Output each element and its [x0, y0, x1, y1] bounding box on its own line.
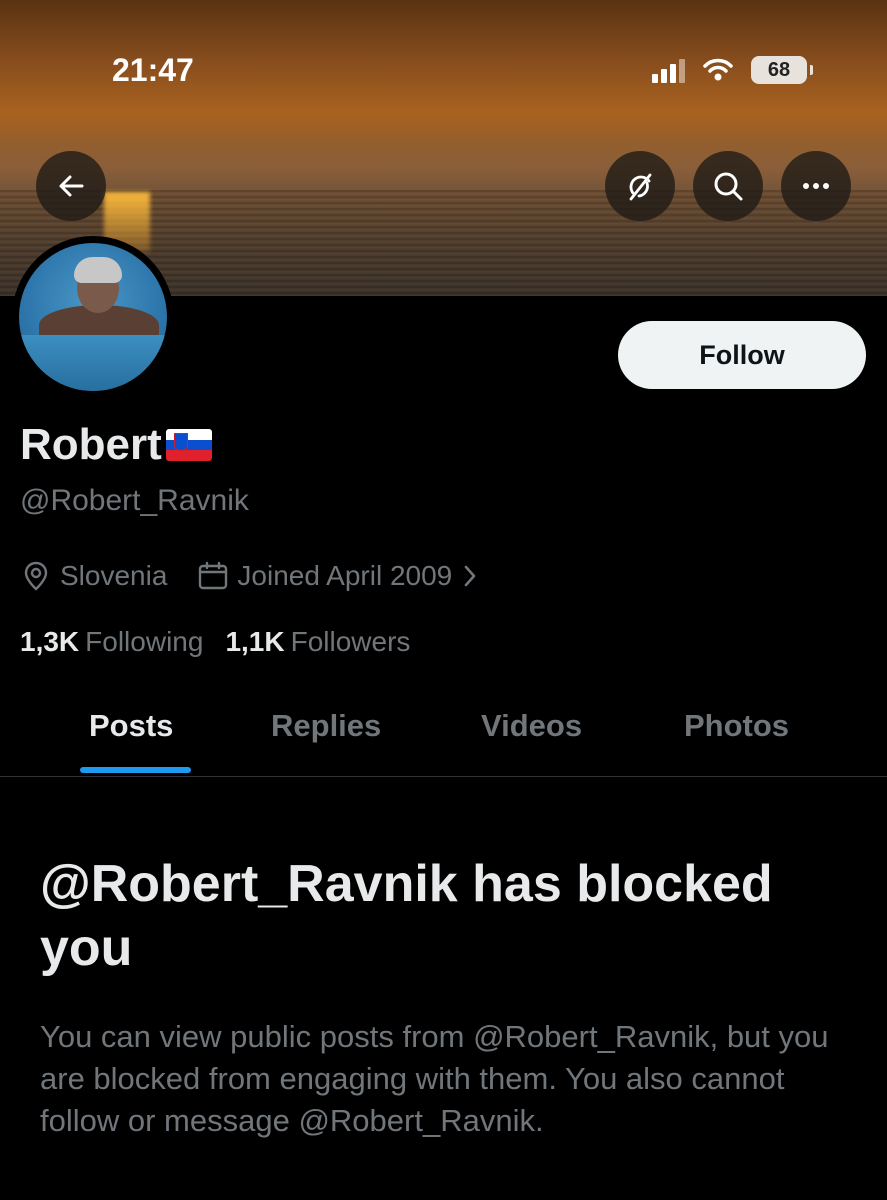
tab-videos[interactable]: Videos — [481, 708, 582, 744]
display-name-text: Robert — [20, 420, 162, 469]
follow-button[interactable]: Follow — [618, 321, 866, 389]
more-button[interactable] — [781, 151, 851, 221]
following-label: Following — [85, 626, 204, 657]
following-link[interactable]: 1,3K Following — [20, 626, 203, 658]
profile-stats: 1,3K Following 1,1K Followers — [20, 626, 432, 658]
slovenia-flag-icon — [165, 429, 212, 461]
profile-handle: @Robert_Ravnik — [20, 484, 249, 517]
tab-photos[interactable]: Photos — [684, 708, 789, 744]
joined-item[interactable]: Joined April 2009 — [197, 560, 480, 592]
location-pin-icon — [24, 561, 48, 591]
profile-tabs: Posts Replies Videos Photos — [0, 690, 887, 777]
tab-replies[interactable]: Replies — [271, 708, 381, 744]
search-button[interactable] — [693, 151, 763, 221]
followers-count: 1,1K — [225, 626, 285, 657]
profile-meta: Slovenia Joined April 2009 — [20, 560, 510, 592]
followers-link[interactable]: 1,1K Followers — [225, 626, 410, 658]
wifi-icon — [703, 58, 733, 82]
arrow-left-icon — [59, 175, 84, 197]
avatar-image — [19, 243, 167, 391]
avatar[interactable] — [12, 236, 174, 398]
location-text: Slovenia — [60, 560, 168, 591]
status-time: 21:47 — [112, 52, 194, 88]
status-icons: 68 — [652, 56, 813, 84]
joined-text: Joined April 2009 — [237, 560, 453, 591]
cellular-signal-icon — [652, 57, 685, 83]
back-button[interactable] — [36, 151, 106, 221]
blocked-title: @Robert_Ravnik has blocked you — [40, 855, 773, 977]
calendar-icon — [199, 561, 228, 590]
active-tab-indicator — [80, 767, 191, 773]
blocked-message: You can view public posts from @Robert_R… — [40, 1019, 829, 1138]
more-icon — [803, 183, 829, 189]
profile-display-name: Robert — [20, 420, 212, 470]
grok-icon — [629, 173, 652, 201]
battery-icon: 68 — [751, 56, 813, 84]
chevron-right-icon — [464, 565, 476, 587]
tab-posts[interactable]: Posts — [89, 708, 173, 744]
followers-label: Followers — [290, 626, 411, 657]
battery-level: 68 — [767, 58, 791, 81]
following-count: 1,3K — [20, 626, 80, 657]
search-icon — [714, 172, 743, 201]
grok-button[interactable] — [605, 151, 675, 221]
location-item: Slovenia — [20, 560, 167, 592]
